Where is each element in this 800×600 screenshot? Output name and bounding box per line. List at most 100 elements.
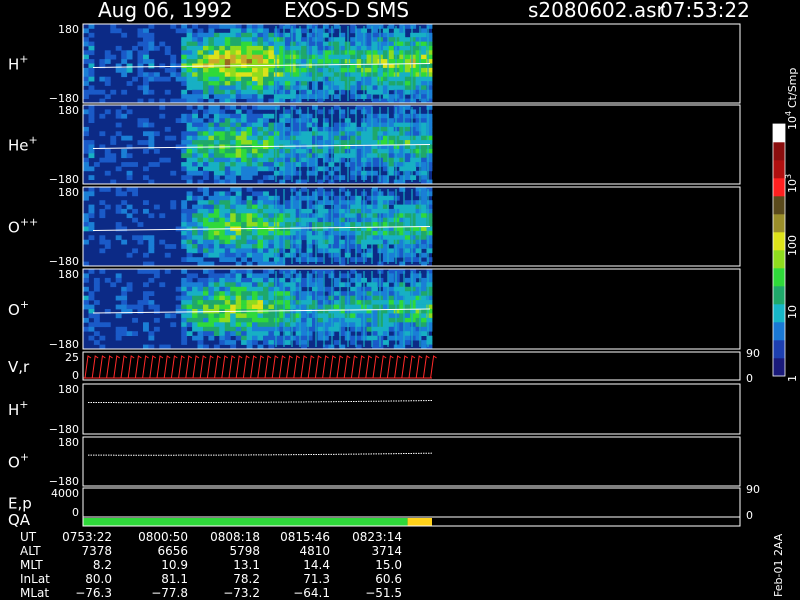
spectrogram-cell	[388, 200, 395, 205]
spectrogram-cell	[317, 148, 324, 154]
spin-stripe	[347, 189, 349, 264]
spectrogram-cell	[203, 166, 209, 172]
spectrogram-cell	[230, 72, 237, 78]
spectrogram-cell	[317, 213, 324, 219]
spectrogram-cell	[219, 331, 226, 336]
spectrogram-cell	[230, 317, 237, 323]
spectrogram-cell	[175, 63, 182, 69]
spectrogram-cell	[159, 41, 166, 47]
spectrogram-cell	[263, 252, 269, 258]
spectrogram-cell	[203, 109, 209, 115]
ephemeris-label: MLat	[20, 586, 49, 600]
spectrogram-cell	[246, 45, 253, 51]
spectrogram-cell	[126, 81, 133, 86]
spectrogram-cell	[301, 81, 307, 86]
spectrogram-cell	[203, 204, 209, 210]
spectrogram-cell	[284, 326, 291, 332]
spectrogram-cell	[213, 239, 220, 245]
spectrogram-cell	[268, 200, 275, 205]
spin-stripe	[283, 107, 285, 182]
spectrogram-cell	[257, 162, 264, 167]
spectrogram-cell	[246, 269, 253, 274]
spectrogram-cell	[263, 157, 269, 163]
spectrogram-cell	[213, 282, 220, 288]
spectrogram-cell	[148, 131, 155, 137]
spectrogram-cell	[268, 235, 275, 241]
spectrogram-cell	[404, 89, 411, 95]
spectrogram-cell	[252, 291, 258, 296]
spectrogram-cell	[208, 277, 215, 283]
spectrogram-cell	[246, 340, 253, 345]
spin-stripe	[355, 271, 357, 347]
spectrogram-cell	[219, 59, 226, 64]
spin-stripe	[291, 271, 293, 347]
spectrogram-cell	[230, 28, 237, 34]
spectrogram-cell	[192, 322, 198, 328]
spectrogram-cell	[252, 239, 258, 245]
spectrogram-cell	[257, 140, 264, 145]
spectrogram-cell	[121, 32, 128, 38]
spectrogram-cell	[241, 286, 247, 292]
spectrogram-cell	[235, 126, 242, 132]
spectrogram-cell	[181, 295, 188, 301]
spectrogram-cell	[421, 175, 427, 180]
spectrogram-cell	[284, 170, 291, 176]
spectrogram-cell	[230, 113, 237, 119]
spectrogram-cell	[284, 226, 291, 232]
spectrogram-cell	[203, 326, 209, 332]
spectrogram-cell	[88, 140, 95, 145]
spectrogram-cell	[203, 175, 209, 180]
spectrogram-cell	[186, 157, 193, 163]
spectrogram-cell	[421, 81, 427, 86]
spectrogram-cell	[126, 187, 133, 192]
spectrogram-cell	[312, 59, 318, 64]
spectrogram-cell	[268, 208, 275, 214]
spectrogram-cell	[268, 286, 275, 292]
spectrogram-cell	[230, 252, 237, 258]
colorbar-swatch	[773, 250, 785, 269]
spectrogram-cell	[213, 140, 220, 145]
spectrogram-cell	[181, 317, 188, 323]
spectrogram-cell	[246, 153, 253, 159]
spectrogram-cell	[246, 72, 253, 78]
spin-stripe	[339, 271, 341, 347]
spectrogram-cell	[388, 273, 395, 279]
spectrogram-cell	[263, 269, 269, 274]
spectrogram-cell	[181, 41, 188, 47]
spectrogram-cell	[175, 118, 182, 123]
spectrogram-cell	[115, 28, 122, 34]
panel-ep: E,p40000900	[8, 483, 760, 522]
spectrogram-cell	[132, 317, 138, 323]
spectrogram-cell	[83, 140, 89, 145]
spectrogram-cell	[246, 59, 253, 64]
spectrogram-cell	[235, 282, 242, 288]
spectrogram-cell	[333, 81, 340, 86]
spectrogram-cell	[230, 81, 237, 86]
spectrogram-cell	[312, 217, 318, 223]
spectrogram-cell	[104, 239, 111, 245]
spectrogram-cell	[213, 200, 220, 205]
spectrogram-cell	[192, 326, 198, 332]
spectrogram-cell	[213, 295, 220, 301]
spectrogram-cell	[241, 45, 247, 51]
colorbar-swatch	[773, 214, 785, 233]
spectrogram-cell	[186, 166, 193, 172]
spectrogram-cell	[312, 222, 318, 227]
spectrogram-cell	[83, 273, 89, 279]
spectrogram-cell	[224, 67, 231, 73]
spectrogram-cell	[263, 273, 269, 279]
spectrogram-cell	[213, 37, 220, 42]
spectrogram-cell	[126, 162, 133, 167]
spectrogram-cell	[388, 222, 395, 227]
spectrogram-cell	[241, 317, 247, 323]
spectrogram-cell	[404, 322, 411, 328]
spectrogram-cell	[219, 244, 226, 249]
spectrogram-cell	[115, 335, 122, 341]
spectrogram-cell	[241, 200, 247, 205]
spectrogram-cell	[246, 235, 253, 241]
colorbar-swatch	[773, 268, 785, 287]
spectrogram-cell	[241, 217, 247, 223]
spectrogram-cell	[268, 135, 275, 141]
spectrogram-cell	[197, 204, 204, 210]
colorbar-tick-label: 10	[786, 305, 799, 319]
